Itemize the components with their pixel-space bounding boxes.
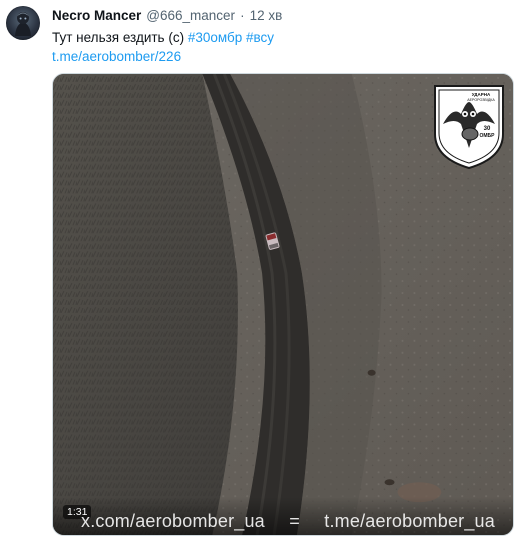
watermark-left: x.com/aerobomber_ua (81, 510, 265, 531)
emblem-line-3: 30 (484, 126, 491, 132)
tweet-text: Тут нельзя ездить (с) #30омбр #всу t.me/… (52, 28, 502, 66)
tweet-body-text: Тут нельзя ездить (с) (52, 30, 188, 45)
watermark-right: t.me/aerobomber_ua (324, 510, 495, 531)
video-player[interactable]: УДАРНА АЕРОРОЗВІДКА 30 ОМБР 1:31 x.com/a… (52, 73, 514, 536)
hashtag-vsu[interactable]: #всу (246, 30, 274, 45)
author-handle[interactable]: @666_mancer (146, 8, 235, 23)
header-separator: · (240, 8, 245, 23)
watermark-separator: = (289, 510, 300, 531)
hashtag-30ombr[interactable]: #30омбр (188, 30, 242, 45)
avatar-icon (15, 12, 31, 36)
unit-emblem-icon: УДАРНА АЕРОРОЗВІДКА 30 ОМБР (434, 85, 504, 170)
video-watermark: x.com/aerobomber_ua = t.me/aerobomber_ua (81, 510, 495, 532)
tweet-link[interactable]: t.me/aerobomber/226 (52, 49, 181, 64)
emblem-line-1: УДАРНА (472, 92, 491, 97)
emblem-line-4: ОМБР (480, 133, 496, 139)
emblem-line-2: АЕРОРОЗВІДКА (467, 98, 495, 102)
tweet-header: Necro Mancer @666_mancer · 12 хв (52, 8, 282, 26)
tweet-timestamp[interactable]: 12 хв (250, 8, 283, 23)
avatar[interactable] (6, 6, 40, 40)
author-name[interactable]: Necro Mancer (52, 8, 141, 23)
